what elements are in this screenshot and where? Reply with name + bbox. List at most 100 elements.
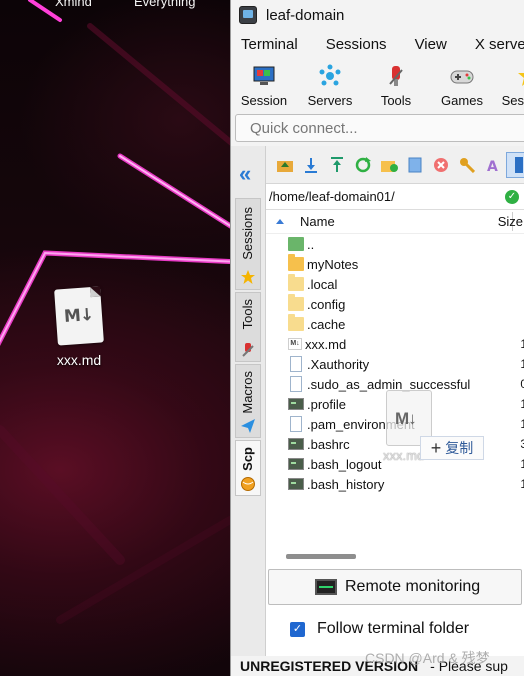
server-icon [515, 156, 523, 173]
sort-ascending-icon [276, 219, 284, 224]
file-row[interactable]: myNotes [266, 254, 524, 274]
file-row[interactable]: .cache [266, 314, 524, 334]
main-area: « Sessions Tools Macros Scp A /home/leaf… [231, 146, 524, 676]
ribbon-session-button[interactable]: Session [231, 63, 297, 108]
folder-icon [288, 254, 304, 271]
hidden-folder-icon [288, 274, 304, 291]
tab-scp[interactable]: Scp [235, 440, 261, 496]
ribbon-tools-button[interactable]: Tools [363, 63, 429, 108]
terminal-file-icon [288, 398, 304, 410]
collapse-sidebar-icon[interactable]: « [239, 163, 251, 185]
file-size: 1 [520, 477, 524, 491]
copy-drop-tooltip: + 复制 [420, 436, 484, 460]
star-icon [518, 73, 524, 86]
parent-folder-button[interactable] [272, 152, 298, 178]
new-folder-button[interactable] [376, 152, 402, 178]
menu-view[interactable]: View [415, 36, 447, 53]
ribbon-servers-button[interactable]: Servers [297, 63, 363, 108]
column-name[interactable]: Name [300, 214, 335, 229]
tab-tools[interactable]: Tools [235, 292, 261, 362]
menu-terminal[interactable]: Terminal [241, 36, 298, 53]
ribbon-sessions-button[interactable]: Sessions [495, 63, 524, 108]
markdown-file-icon: M↓ [54, 286, 104, 346]
checkbox-checked-icon[interactable]: ✓ [290, 621, 305, 637]
watermark: CSDN @Ard & 残梦 [365, 650, 490, 666]
sftp-toolbar: A [266, 146, 524, 184]
file-size: 1 [520, 397, 524, 411]
ribbon-session-label: Session [240, 93, 288, 108]
file-size: 1 [520, 457, 524, 471]
refresh-icon [355, 156, 371, 172]
remote-monitoring-label: Remote monitoring [345, 578, 481, 595]
file-row[interactable]: .config [266, 294, 524, 314]
ribbon-games-label: Games [441, 93, 483, 108]
desktop-file-xxx-md[interactable]: M↓ xxx.md [44, 286, 114, 368]
follow-terminal-folder-checkbox[interactable]: ✓ Follow terminal folder [290, 620, 469, 638]
file-name: .bashrc [307, 436, 350, 452]
rename-button[interactable]: A [480, 152, 506, 178]
paper-plane-icon [241, 419, 255, 433]
tab-scp-label: Scp [240, 447, 255, 471]
new-file-button[interactable] [402, 152, 428, 178]
file-name: xxx.md [305, 336, 347, 352]
horizontal-scrollbar[interactable] [286, 554, 356, 559]
file-icon [290, 416, 302, 432]
delete-button[interactable] [428, 152, 454, 178]
star-icon [241, 270, 255, 284]
menu-x-server[interactable]: X server [475, 36, 524, 53]
upload-button[interactable] [324, 152, 350, 178]
file-name: .bash_history [307, 476, 385, 492]
column-size[interactable]: Size [498, 214, 523, 229]
hidden-folder-icon [288, 294, 304, 311]
tools-icon [242, 343, 254, 357]
file-size: 0 [520, 377, 524, 391]
folder-up-icon [277, 160, 293, 172]
terminal-file-icon [288, 478, 304, 490]
file-size: 1 [520, 337, 524, 351]
title-bar[interactable]: leaf-domain [231, 0, 524, 30]
file-row[interactable]: .local [266, 274, 524, 294]
quick-connect-placeholder: Quick connect... [250, 119, 358, 137]
side-tab-strip: « Sessions Tools Macros Scp [231, 146, 265, 661]
file-size: 1 [520, 417, 524, 431]
file-icon [290, 376, 302, 392]
file-name: .bash_logout [307, 456, 382, 472]
tab-macros[interactable]: Macros [235, 364, 261, 438]
ribbon-games-button[interactable]: Games [429, 63, 495, 108]
ribbon-sessions-label: Sessions [501, 93, 524, 108]
file-name: .config [307, 296, 346, 312]
permissions-button[interactable] [454, 152, 480, 178]
path-bar[interactable]: /home/leaf-domain01/ ✓ [266, 184, 524, 210]
menu-sessions[interactable]: Sessions [326, 36, 387, 53]
tab-macros-label: Macros [240, 371, 255, 414]
monitor-icon [315, 579, 337, 595]
file-list-header: Name Size [266, 210, 524, 234]
file-row[interactable]: .bash_history 1 [266, 474, 524, 494]
session-icon [253, 66, 275, 85]
remote-monitoring-button[interactable]: Remote monitoring [268, 569, 522, 605]
sftp-mode-button[interactable] [506, 151, 524, 178]
file-row[interactable]: M↓xxx.md 1 [266, 334, 524, 354]
refresh-button[interactable] [350, 152, 376, 178]
parent-folder-icon [288, 237, 304, 251]
window-title: leaf-domain [266, 6, 345, 24]
upload-icon [331, 156, 343, 172]
file-name: .Xauthority [307, 356, 370, 372]
key-icon [460, 157, 475, 173]
tab-sessions[interactable]: Sessions [235, 198, 261, 290]
drag-ghost-label: xxx.md [383, 448, 425, 463]
tab-sessions-label: Sessions [240, 207, 255, 260]
quick-connect-input[interactable]: Quick connect... [235, 114, 524, 142]
file-row[interactable]: .Xauthority 1 [266, 354, 524, 374]
file-name: myNotes [307, 256, 359, 272]
copy-label: 复制 [445, 440, 474, 456]
file-name: .cache [307, 316, 346, 332]
file-name: .. [307, 236, 315, 252]
new-file-icon [408, 157, 422, 172]
new-folder-icon [381, 160, 398, 172]
download-button[interactable] [298, 152, 324, 178]
check-icon[interactable]: ✓ [505, 190, 519, 204]
file-row[interactable]: .. [266, 234, 524, 254]
text-edit-icon: A [487, 159, 498, 173]
follow-terminal-folder-label: Follow terminal folder [317, 620, 470, 637]
